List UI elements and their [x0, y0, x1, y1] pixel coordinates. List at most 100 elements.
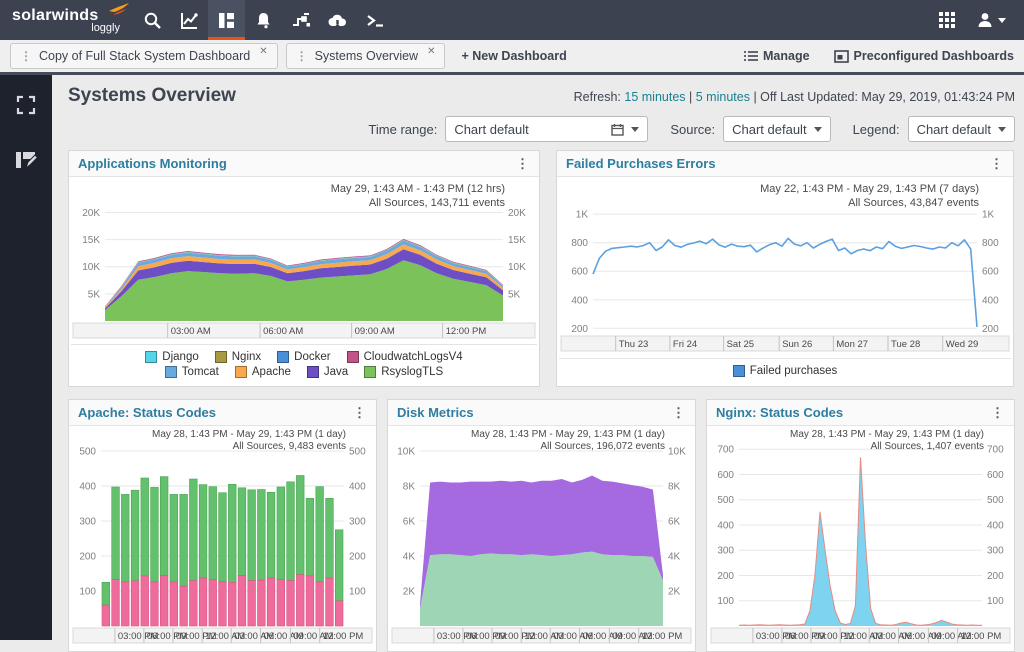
- svg-text:300: 300: [349, 517, 366, 528]
- chart-legend: Django Nginx Docker CloudwatchLogsV4 Tomcat A…: [71, 344, 537, 384]
- svg-text:400: 400: [982, 295, 999, 306]
- legend-item[interactable]: Failed purchases: [733, 365, 838, 377]
- tab-close-icon[interactable]: ✕: [427, 46, 435, 57]
- preconfigured-label: Preconfigured Dashboards: [854, 49, 1014, 63]
- svg-text:400: 400: [79, 482, 96, 493]
- kebab-menu-icon[interactable]: ⋮: [516, 157, 530, 170]
- legend-swatch: [235, 366, 247, 378]
- disk-metrics-chart[interactable]: 10K10K8K8K6K6K4K4K2K2K03:00 PM06:00 PM09…: [390, 428, 693, 649]
- tab-copy-of-full-stack[interactable]: ⋮ Copy of Full Stack System Dashboard ✕: [10, 43, 278, 69]
- legend-item[interactable]: Django: [145, 351, 198, 363]
- svg-text:300: 300: [987, 546, 1004, 557]
- search-icon[interactable]: [134, 0, 171, 40]
- legend-item[interactable]: Java: [307, 366, 348, 378]
- card-nginx-status-codes: Nginx: Status Codes ⋮ May 28, 1:43 PM - …: [706, 399, 1015, 652]
- tab-close-icon[interactable]: ✕: [259, 46, 267, 57]
- new-dashboard-button[interactable]: + New Dashboard: [461, 49, 566, 63]
- svg-text:200: 200: [79, 552, 96, 563]
- last-updated: Last Updated: May 29, 2019, 01:43:24 PM: [780, 90, 1015, 104]
- page-title: Systems Overview: [68, 85, 236, 107]
- legend-select[interactable]: Chart default: [908, 116, 1015, 142]
- refresh-off-option[interactable]: Off: [760, 90, 776, 104]
- chart-controls: Time range: Chart default Source: Chart …: [68, 116, 1015, 142]
- svg-text:400: 400: [717, 521, 734, 532]
- source-setup-icon[interactable]: [282, 0, 319, 40]
- time-range-select[interactable]: Chart default: [445, 116, 648, 142]
- card-title: Applications Monitoring: [78, 156, 227, 171]
- svg-text:12:00 PM: 12:00 PM: [642, 631, 683, 642]
- card-title: Apache: Status Codes: [78, 405, 216, 420]
- tab-systems-overview[interactable]: ⋮ Systems Overview ✕: [286, 43, 446, 69]
- svg-text:700: 700: [987, 445, 1004, 456]
- kebab-menu-icon[interactable]: ⋮: [672, 406, 686, 419]
- nginx-status-codes-chart[interactable]: 7007006006005005004004003003002002001001…: [709, 428, 1012, 649]
- apps-grid-icon[interactable]: [938, 11, 956, 29]
- chart-subtitle: May 29, 1:43 AM - 1:43 PM (12 hrs) All S…: [331, 182, 505, 210]
- refresh-15-link[interactable]: 15 minutes: [624, 90, 685, 104]
- legend-item[interactable]: Nginx: [215, 351, 261, 363]
- manage-label: Manage: [763, 49, 810, 63]
- svg-text:Fri 24: Fri 24: [673, 339, 697, 350]
- archive-cloud-icon[interactable]: [319, 0, 356, 40]
- svg-text:1K: 1K: [576, 210, 589, 221]
- svg-text:500: 500: [717, 495, 734, 506]
- tab-grip-icon[interactable]: ⋮: [20, 49, 32, 63]
- chart-subtitle: May 22, 1:43 PM - May 29, 1:43 PM (7 day…: [760, 182, 979, 210]
- fullscreen-icon[interactable]: [16, 95, 36, 120]
- alerts-bell-icon[interactable]: [245, 0, 282, 40]
- navbar-right: [938, 0, 1024, 40]
- legend-swatch: [307, 366, 319, 378]
- charts-icon[interactable]: [171, 0, 208, 40]
- svg-text:500: 500: [987, 495, 1004, 506]
- legend-label: Nginx: [232, 351, 261, 363]
- brand-loggly: loggly: [12, 23, 134, 33]
- user-menu-icon[interactable]: [976, 11, 1006, 29]
- terminal-icon[interactable]: [356, 0, 393, 40]
- tabbar-actions: Manage Preconfigured Dashboards: [744, 49, 1014, 63]
- manage-list-icon: [744, 50, 758, 62]
- card-title: Disk Metrics: [397, 405, 474, 420]
- legend-label: Legend:: [853, 122, 900, 137]
- legend-item[interactable]: Tomcat: [165, 366, 219, 378]
- svg-text:15K: 15K: [508, 235, 526, 246]
- svg-text:300: 300: [717, 546, 734, 557]
- svg-text:Mon 27: Mon 27: [836, 339, 868, 350]
- svg-text:10K: 10K: [668, 447, 686, 458]
- manage-button[interactable]: Manage: [744, 49, 810, 63]
- svg-text:600: 600: [717, 470, 734, 481]
- refresh-5-link[interactable]: 5 minutes: [696, 90, 750, 104]
- svg-text:10K: 10K: [397, 447, 415, 458]
- legend-label: Failed purchases: [750, 365, 838, 377]
- legend-item[interactable]: Apache: [235, 366, 291, 378]
- svg-text:12:00 PM: 12:00 PM: [446, 326, 487, 337]
- card-title: Nginx: Status Codes: [716, 405, 843, 420]
- tab-label: Systems Overview: [315, 49, 419, 63]
- source-select[interactable]: Chart default: [723, 116, 830, 142]
- svg-text:20K: 20K: [508, 208, 526, 219]
- svg-text:Sun 26: Sun 26: [782, 339, 812, 350]
- legend-swatch: [145, 351, 157, 363]
- legend-item[interactable]: Docker: [277, 351, 330, 363]
- edit-dashboard-icon[interactable]: [15, 150, 37, 175]
- svg-text:8K: 8K: [403, 482, 416, 493]
- svg-text:600: 600: [571, 267, 588, 278]
- svg-text:100: 100: [717, 596, 734, 607]
- legend-swatch: [733, 365, 745, 377]
- legend-label: CloudwatchLogsV4: [364, 351, 463, 363]
- legend-item[interactable]: CloudwatchLogsV4: [347, 351, 463, 363]
- preconfigured-dashboards-button[interactable]: Preconfigured Dashboards: [834, 49, 1014, 63]
- svg-text:09:00 AM: 09:00 AM: [355, 326, 395, 337]
- card-applications-monitoring: Applications Monitoring ⋮ May 29, 1:43 A…: [68, 150, 540, 387]
- left-sidebar: [0, 75, 52, 640]
- tab-grip-icon[interactable]: ⋮: [296, 49, 308, 63]
- chart-subtitle: May 28, 1:43 PM - May 29, 1:43 PM (1 day…: [152, 429, 346, 453]
- kebab-menu-icon[interactable]: ⋮: [353, 406, 367, 419]
- legend-label: Apache: [252, 366, 291, 378]
- solarwinds-loggly-logo[interactable]: solarwinds loggly: [0, 0, 134, 40]
- apache-status-codes-chart[interactable]: 50050040040030030020020010010003:00 PM06…: [71, 428, 374, 649]
- kebab-menu-icon[interactable]: ⋮: [990, 157, 1004, 170]
- legend-item[interactable]: RsyslogTLS: [364, 366, 443, 378]
- chart-subtitle: May 28, 1:43 PM - May 29, 1:43 PM (1 day…: [790, 429, 984, 453]
- kebab-menu-icon[interactable]: ⋮: [991, 406, 1005, 419]
- dashboards-icon[interactable]: [208, 0, 245, 40]
